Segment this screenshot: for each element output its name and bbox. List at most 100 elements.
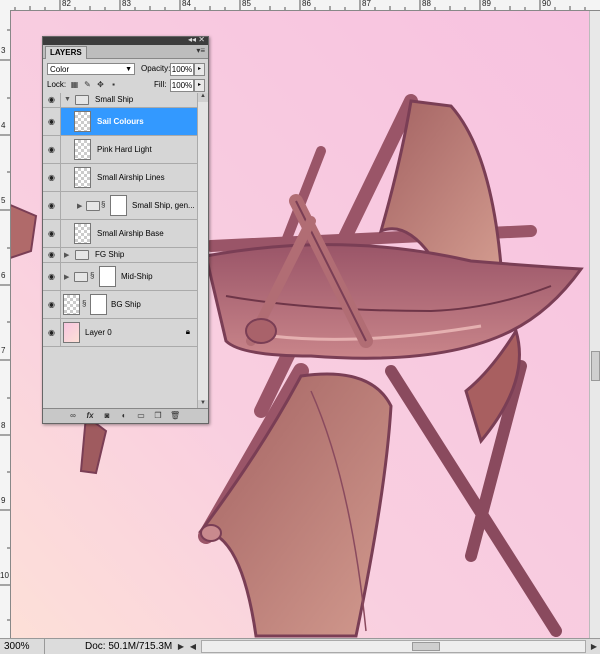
ruler-label: 84 — [182, 0, 191, 8]
zoom-level[interactable]: 300% — [0, 639, 45, 654]
panel-header-bar[interactable]: ◂◂ ✕ — [43, 35, 208, 45]
fill-slider-arrow-icon[interactable]: ▸ — [194, 79, 205, 92]
eye-icon[interactable]: ◉ — [45, 250, 58, 259]
layer-name: Small Ship — [95, 95, 134, 104]
layer-0[interactable]: ◉ Layer 0 🔒︎ — [43, 319, 208, 347]
layer-name: Pink Hard Light — [97, 145, 152, 154]
ruler-label: 8 — [1, 421, 6, 430]
layer-pink-hard-light[interactable]: ◉ Pink Hard Light — [43, 136, 208, 164]
fill-field[interactable]: 100% — [170, 79, 194, 92]
layer-name: BG Ship — [111, 300, 141, 309]
layer-name: Sail Colours — [97, 117, 144, 126]
layer-bg-ship[interactable]: ◉ § BG Ship — [43, 291, 208, 319]
disclosure-closed-icon[interactable]: ▶ — [64, 251, 69, 259]
ruler-label: 89 — [482, 0, 491, 8]
layer-sail-colours[interactable]: ◉ Sail Colours — [43, 108, 208, 136]
tab-layers[interactable]: LAYERS — [45, 46, 87, 59]
layer-small-airship-lines[interactable]: ◉ Small Airship Lines — [43, 164, 208, 192]
group-icon[interactable]: ▭ — [136, 411, 146, 420]
layer-group-fg-ship[interactable]: ◉ ▶ FG Ship — [43, 248, 208, 263]
scroll-up-icon[interactable]: ▲ — [198, 93, 208, 102]
ruler-label: 90 — [542, 0, 551, 8]
eye-icon[interactable]: ◉ — [45, 117, 58, 126]
blend-mode-select[interactable]: Color ▼ — [47, 63, 135, 75]
lock-icon: 🔒︎ — [185, 327, 190, 336]
doc-size[interactable]: Doc: 50.1M/715.3M — [45, 639, 175, 654]
layer-name: Small Airship Lines — [97, 173, 165, 182]
eye-icon[interactable]: ◉ — [45, 173, 58, 182]
close-icon[interactable]: ✕ — [198, 35, 205, 44]
eye-icon[interactable]: ◉ — [45, 300, 58, 309]
lock-all-icon[interactable]: ▪ — [109, 80, 118, 89]
lock-label: Lock: — [47, 80, 67, 89]
opacity-slider-arrow-icon[interactable]: ▸ — [194, 63, 205, 76]
layer-thumbnail — [74, 167, 91, 188]
layer-name: Small Ship, gen... — [132, 201, 195, 210]
status-bar: 300% Doc: 50.1M/715.3M ▶ ◀ ▶ — [0, 638, 600, 654]
collapse-icon[interactable]: ◂◂ — [188, 35, 196, 44]
ruler-horizontal-ticks — [14, 0, 586, 10]
ruler-label: 5 — [1, 196, 6, 205]
horizontal-scrollbar[interactable] — [201, 640, 586, 653]
layer-thumbnail — [63, 294, 80, 315]
folder-icon — [86, 201, 100, 211]
blend-mode-value: Color — [50, 65, 70, 74]
ruler-vertical-ticks — [0, 29, 10, 621]
ruler-label: 10 — [0, 571, 9, 580]
vertical-scrollbar[interactable] — [589, 11, 600, 638]
horizontal-scroll-thumb[interactable] — [412, 642, 440, 651]
mask-icon[interactable]: ◙ — [102, 411, 112, 420]
opacity-label: Opacity: — [141, 64, 171, 73]
eye-icon[interactable]: ◉ — [45, 229, 58, 238]
ruler-horizontal: 82 83 84 85 86 87 88 89 90 — [0, 0, 600, 11]
trash-icon[interactable]: 🗑︎ — [170, 411, 180, 420]
ruler-label: 86 — [302, 0, 311, 8]
lock-transparent-icon[interactable]: ▦ — [70, 80, 79, 89]
eye-icon[interactable]: ◉ — [45, 145, 58, 154]
layer-thumbnail — [74, 139, 91, 160]
layer-small-airship-base[interactable]: ◉ Small Airship Base — [43, 220, 208, 248]
vertical-scroll-thumb[interactable] — [591, 351, 600, 381]
layers-scrollbar[interactable]: ▲ ▼ — [197, 93, 208, 409]
panel-bottom-toolbar: ∞ fx ◙ ◐ ▭ ❐ 🗑︎ — [43, 408, 208, 423]
layer-name: Small Airship Base — [97, 229, 164, 238]
link-icon[interactable]: ∞ — [68, 411, 78, 420]
scroll-right-icon[interactable]: ▶ — [588, 642, 600, 651]
layer-group-mid-ship[interactable]: ◉ ▶ § Mid-Ship — [43, 263, 208, 291]
ruler-label: 87 — [362, 0, 371, 8]
ruler-label: 82 — [62, 0, 71, 8]
blend-opacity-row: Color ▼ Opacity: 100% ▸ — [43, 62, 208, 78]
lock-position-icon[interactable]: ✥ — [96, 80, 105, 89]
fx-icon[interactable]: fx — [85, 411, 95, 420]
layer-name: Layer 0 — [85, 328, 112, 337]
ruler-label: 4 — [1, 121, 6, 130]
fill-label: Fill: — [154, 80, 167, 89]
ruler-label: 7 — [1, 346, 6, 355]
eye-icon[interactable]: ◉ — [45, 95, 58, 104]
disclosure-closed-icon[interactable]: ▶ — [64, 273, 69, 281]
opacity-field[interactable]: 100% — [170, 63, 194, 76]
panel-tab-row: LAYERS ▾≡ — [43, 45, 208, 59]
ruler-label: 9 — [1, 496, 6, 505]
ruler-label: 6 — [1, 271, 6, 280]
disclosure-open-icon[interactable]: ▼ — [64, 96, 71, 103]
layer-mask-thumbnail — [99, 266, 116, 287]
status-menu-icon[interactable]: ▶ — [175, 642, 187, 651]
adjustment-icon[interactable]: ◐ — [119, 411, 129, 420]
layers-panel: ◂◂ ✕ LAYERS ▾≡ Color ▼ Opacity: 100% ▸ L… — [42, 35, 209, 424]
folder-icon — [74, 272, 88, 282]
layer-thumbnail — [74, 223, 91, 244]
link-icon: § — [101, 200, 106, 209]
scroll-left-icon[interactable]: ◀ — [187, 642, 199, 651]
layer-group-small-ship[interactable]: ◉ ▼ Small Ship — [43, 93, 208, 108]
layer-name: FG Ship — [95, 250, 125, 259]
new-layer-icon[interactable]: ❐ — [153, 411, 163, 420]
eye-icon[interactable]: ◉ — [45, 201, 58, 210]
layer-group-small-ship-gen[interactable]: ◉ ▶ § Small Ship, gen... — [43, 192, 208, 220]
eye-icon[interactable]: ◉ — [45, 328, 58, 337]
lock-image-icon[interactable]: ✎ — [83, 80, 92, 89]
disclosure-closed-icon[interactable]: ▶ — [77, 202, 82, 210]
eye-icon[interactable]: ◉ — [45, 272, 58, 281]
link-icon: § — [90, 271, 95, 280]
panel-menu-icon[interactable]: ▾≡ — [196, 46, 205, 55]
